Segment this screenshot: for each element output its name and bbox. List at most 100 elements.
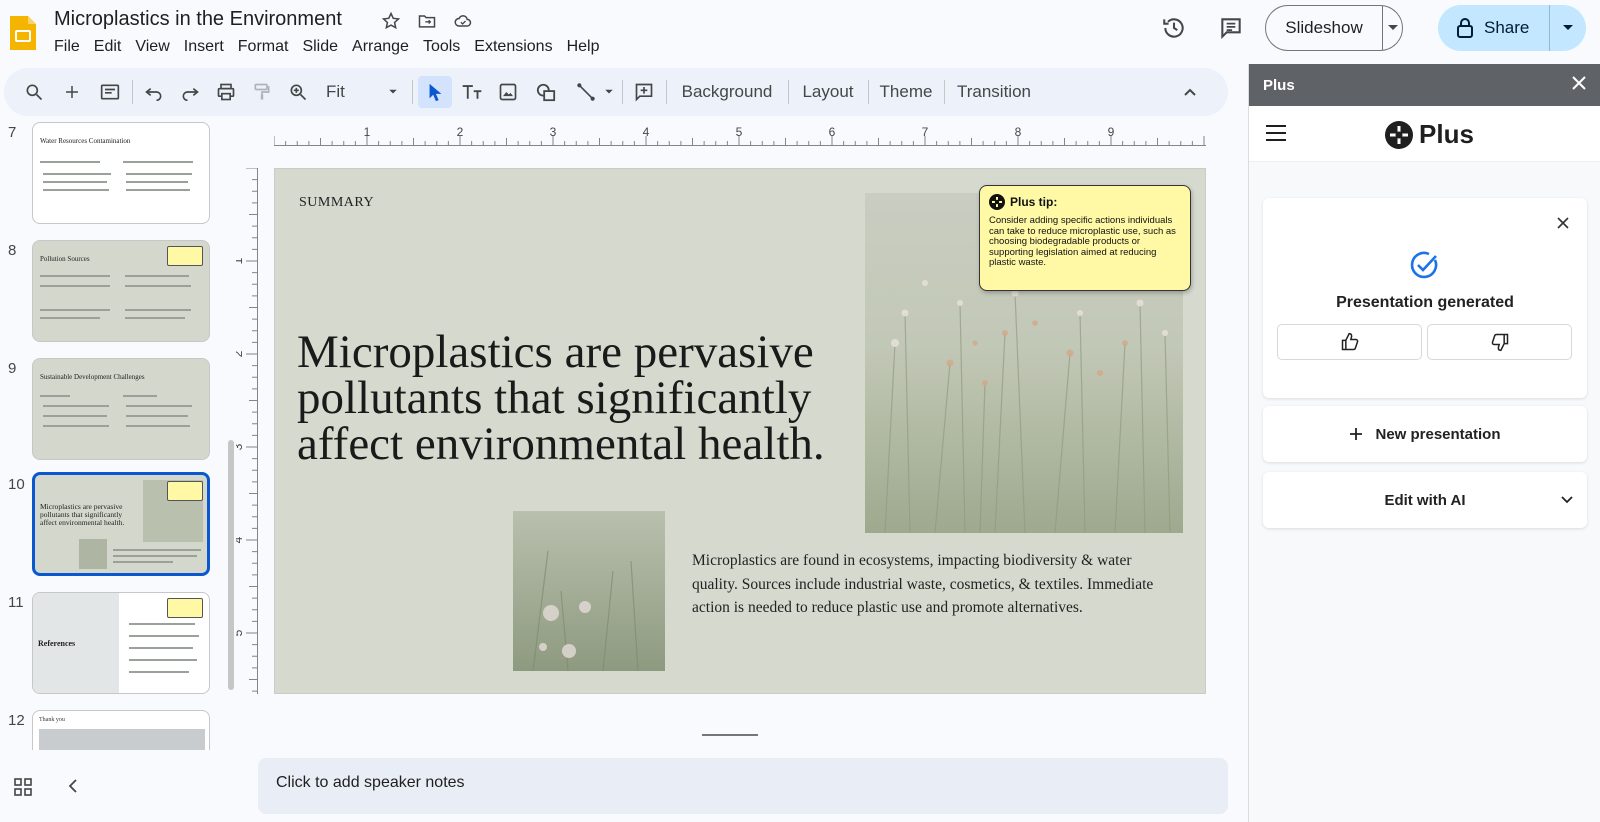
generated-status-text: Presentation generated (1336, 294, 1514, 311)
menu-arrange[interactable]: Arrange (345, 37, 416, 57)
menu-tools[interactable]: Tools (416, 37, 467, 57)
slideshow-button[interactable]: Slideshow (1266, 6, 1383, 50)
slideshow-options-button[interactable] (1383, 24, 1402, 32)
slide-headline[interactable]: Microplastics are pervasive pollutants t… (297, 329, 867, 468)
ruler-label: 8 (1015, 125, 1022, 139)
menu-file[interactable]: File (54, 37, 87, 57)
menu-slide[interactable]: Slide (295, 37, 345, 57)
slide-number: 9 (8, 360, 17, 377)
star-icon[interactable] (380, 10, 402, 32)
slide-thumbnail[interactable]: References (32, 592, 210, 694)
slide-thumbnail[interactable]: Thank you (32, 710, 210, 750)
ruler-label: 3 (236, 443, 245, 450)
ruler-label: 1 (364, 125, 371, 139)
slide-thumbnail-selected[interactable]: Microplastics are pervasive pollutants t… (32, 472, 210, 576)
undo-icon[interactable] (138, 76, 170, 108)
plus-logo: Plus (1385, 119, 1474, 150)
share-options-button[interactable] (1550, 24, 1586, 32)
new-presentation-label: New presentation (1375, 425, 1501, 443)
ruler-label: 4 (643, 125, 650, 139)
caret-down-icon (1563, 25, 1573, 30)
paint-format-icon[interactable] (246, 76, 278, 108)
thumbnail-tip-note (167, 246, 203, 266)
grid-view-icon[interactable] (14, 778, 32, 801)
filmstrip-scrollbar[interactable] (228, 440, 234, 690)
slide-layout-picker-icon[interactable] (94, 76, 126, 108)
check-circle-icon (1410, 251, 1438, 279)
menu-format[interactable]: Format (231, 37, 296, 57)
menu-help[interactable]: Help (560, 37, 607, 57)
thumbnail-title: Water Resources Contamination (40, 137, 131, 145)
notes-resize-handle[interactable] (702, 734, 758, 736)
collapse-toolbar-icon[interactable] (1174, 76, 1206, 108)
line-options-icon[interactable] (602, 76, 616, 108)
menu-view[interactable]: View (128, 37, 176, 57)
cloud-status-icon[interactable] (452, 10, 474, 32)
edit-with-ai-label: Edit with AI (1384, 491, 1466, 509)
slide-number: 7 (8, 124, 17, 141)
line-tool-icon[interactable] (570, 76, 602, 108)
slide-thumbnail[interactable]: Sustainable Development Challenges (32, 358, 210, 460)
slide-thumbnail[interactable]: Pollution Sources (32, 240, 210, 342)
zoom-icon[interactable] (282, 76, 314, 108)
theme-button[interactable]: Theme (874, 76, 938, 108)
share-button[interactable]: Share (1438, 5, 1550, 51)
ruler-label: 5 (236, 629, 245, 636)
search-menus-icon[interactable] (18, 76, 50, 108)
speaker-notes[interactable]: Click to add speaker notes (258, 758, 1228, 814)
collapse-filmstrip-icon[interactable] (68, 778, 78, 801)
thumbnail-title: References (38, 639, 76, 648)
menu-insert[interactable]: Insert (177, 37, 231, 57)
thumbs-up-button[interactable] (1277, 324, 1422, 360)
version-history-icon[interactable] (1160, 14, 1188, 42)
toolbar: Fit Background Layout Theme Transition (4, 68, 1228, 116)
ruler-label: 4 (236, 536, 245, 543)
thumbs-down-icon (1491, 333, 1508, 352)
thumbs-down-button[interactable] (1427, 324, 1572, 360)
shape-icon[interactable] (530, 76, 562, 108)
close-card-icon[interactable] (1557, 216, 1569, 234)
horizontal-ruler[interactable]: 1 2 3 4 5 6 7 8 9 (274, 124, 1206, 146)
background-button[interactable]: Background (672, 76, 782, 108)
ruler-label: 2 (457, 125, 464, 139)
slideshow-button-group: Slideshow (1265, 5, 1403, 51)
add-comment-icon[interactable] (628, 76, 660, 108)
slide-section-label[interactable]: SUMMARY (299, 195, 374, 211)
tip-title: Plus tip: (1010, 195, 1058, 209)
edit-with-ai-dropdown[interactable]: Edit with AI (1263, 472, 1587, 528)
zoom-select[interactable]: Fit (322, 76, 402, 108)
menu-extensions[interactable]: Extensions (467, 37, 559, 57)
redo-icon[interactable] (174, 76, 206, 108)
insert-image-icon[interactable] (492, 76, 524, 108)
move-folder-icon[interactable] (416, 10, 438, 32)
thumbnail-photo (79, 539, 107, 569)
text-box-icon[interactable] (456, 76, 488, 108)
layout-button[interactable]: Layout (794, 76, 862, 108)
select-tool-icon[interactable] (418, 76, 452, 108)
menu-bar: File Edit View Insert Format Slide Arran… (54, 37, 606, 57)
comments-icon[interactable] (1217, 14, 1245, 42)
clover-photo[interactable] (513, 511, 665, 671)
print-icon[interactable] (210, 76, 242, 108)
new-presentation-button[interactable]: New presentation (1263, 406, 1587, 462)
menu-edit[interactable]: Edit (87, 37, 129, 57)
thumbnail-title: Pollution Sources (40, 255, 90, 263)
plus-icon (1350, 428, 1363, 440)
document-title[interactable]: Microplastics in the Environment (54, 8, 342, 31)
plus-tip-note[interactable]: Plus tip: Consider adding specific actio… (979, 185, 1191, 291)
slide-thumbnail[interactable]: Water Resources Contamination (32, 122, 210, 224)
share-label: Share (1484, 18, 1530, 37)
ruler-label: 2 (236, 350, 245, 357)
close-panel-icon[interactable] (1572, 76, 1586, 94)
slide-body-text[interactable]: Microplastics are found in ecosystems, i… (692, 549, 1162, 620)
slide-number: 11 (8, 594, 24, 611)
hamburger-menu-icon[interactable] (1265, 124, 1287, 147)
slides-logo-icon[interactable] (8, 14, 38, 52)
new-slide-icon[interactable] (56, 76, 88, 108)
share-button-group: Share (1438, 5, 1586, 51)
thumbnail-title: Thank you (39, 717, 65, 723)
slide-canvas[interactable]: SUMMARY Microplastics are pervasive poll… (274, 168, 1206, 694)
transition-button[interactable]: Transition (950, 76, 1038, 108)
vertical-ruler[interactable]: 1 2 3 4 5 (236, 168, 258, 694)
slide-number: 8 (8, 242, 17, 259)
